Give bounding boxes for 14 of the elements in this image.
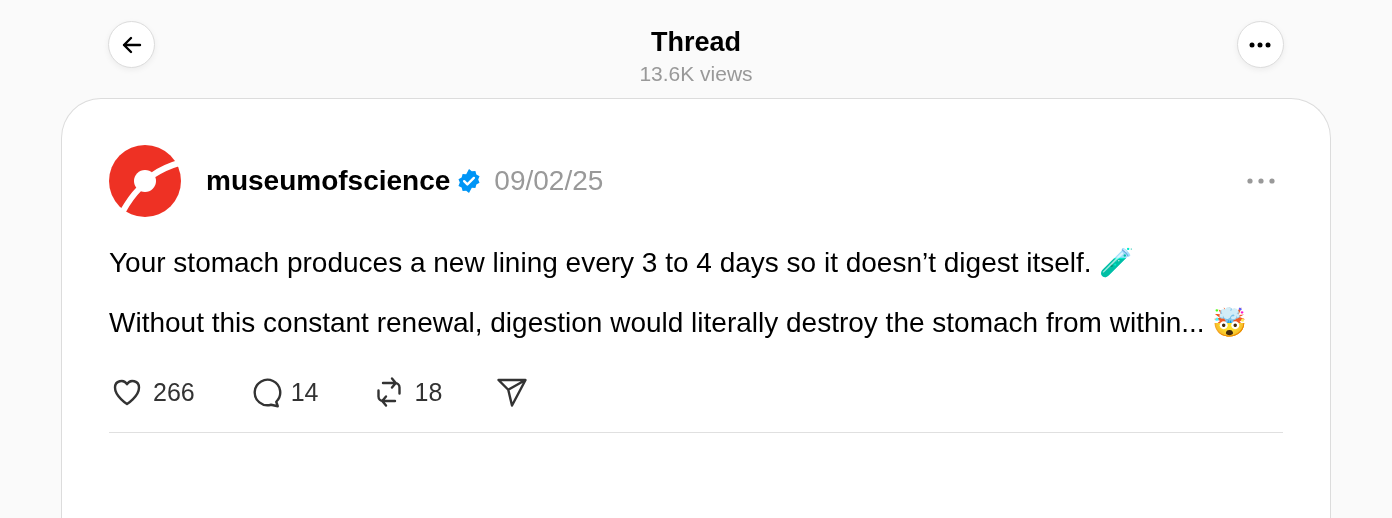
more-button[interactable] (1237, 21, 1284, 68)
action-count: 18 (414, 377, 443, 407)
more-icon (1249, 41, 1272, 48)
back-button[interactable] (108, 21, 155, 68)
action-count: 14 (290, 377, 319, 407)
page-title: Thread (649, 27, 742, 58)
action-count: 266 (153, 377, 195, 407)
post-date: 09/02/25 (494, 165, 604, 197)
view-count: 13.6K views (639, 62, 753, 86)
more-icon[interactable] (1247, 178, 1275, 184)
post-text: Without this constant renewal, digestion would literally destroy the stomach from within... 🤯 (109, 306, 1249, 340)
post-text: Your stomach produces a new lining every 3 to 4 days so it doesn’t digest itself. 🧪 (109, 246, 1136, 280)
avatar-logo[interactable] (109, 145, 181, 217)
author-name[interactable]: museumofscience (206, 165, 451, 197)
